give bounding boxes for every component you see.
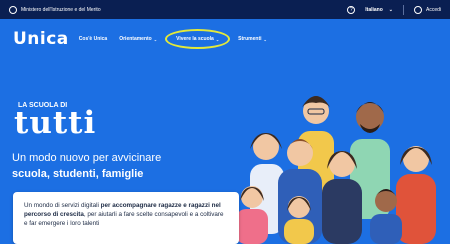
hero-description-card: Un mondo di servizi digitali per accompa… bbox=[13, 192, 239, 244]
user-icon bbox=[413, 5, 422, 14]
help-icon[interactable]: ? bbox=[347, 5, 356, 14]
topbar-divider bbox=[402, 4, 404, 15]
chevron-down-icon: ⌄ bbox=[153, 36, 158, 42]
nav-item-label: Orientamento bbox=[119, 36, 152, 42]
chevron-down-icon: ⌄ bbox=[215, 36, 220, 42]
nav-item-label: Vivere la scuola bbox=[176, 36, 214, 42]
hero-illustration-people bbox=[236, 96, 436, 244]
unica-logo[interactable]: Unica bbox=[13, 29, 69, 49]
nav-item-label: Strumenti bbox=[238, 36, 262, 42]
main-nav: Unica Cos'è Unica Orientamento ⌄ Vivere … bbox=[0, 19, 450, 59]
chevron-down-icon: ⌄ bbox=[388, 6, 393, 13]
hero-headline: tutti bbox=[14, 105, 97, 141]
republic-emblem-icon bbox=[9, 5, 17, 14]
language-selector[interactable]: Italiano ⌄ bbox=[365, 7, 393, 13]
hero-subtitle-bold: scuola, studenti, famiglie bbox=[12, 168, 144, 180]
chevron-down-icon: ⌄ bbox=[263, 36, 267, 42]
person-center-woman bbox=[322, 151, 362, 244]
ministry-link[interactable]: Ministero dell'Istruzione e del Merito bbox=[9, 5, 101, 14]
login-button[interactable]: Accedi bbox=[413, 5, 441, 14]
card-text-part1: Un mondo di servizi digitali bbox=[24, 202, 101, 209]
nav-item-strumenti[interactable]: Strumenti ⌄ bbox=[238, 36, 267, 42]
language-label: Italiano bbox=[365, 6, 383, 13]
ministry-label: Ministero dell'Istruzione e del Merito bbox=[21, 6, 101, 13]
nav-item-vivere-la-scuola[interactable]: Vivere la scuola ⌄ bbox=[165, 29, 231, 49]
hero-subtitle: Un modo nuovo per avvicinare bbox=[12, 152, 162, 164]
nav-item-label: Cos'è Unica bbox=[78, 36, 108, 42]
login-label: Accedi bbox=[425, 6, 441, 13]
nav-item-cose-unica[interactable]: Cos'è Unica bbox=[79, 36, 107, 42]
nav-item-orientamento[interactable]: Orientamento ⌄ bbox=[119, 36, 157, 42]
top-bar: Ministero dell'Istruzione e del Merito ?… bbox=[0, 0, 450, 19]
